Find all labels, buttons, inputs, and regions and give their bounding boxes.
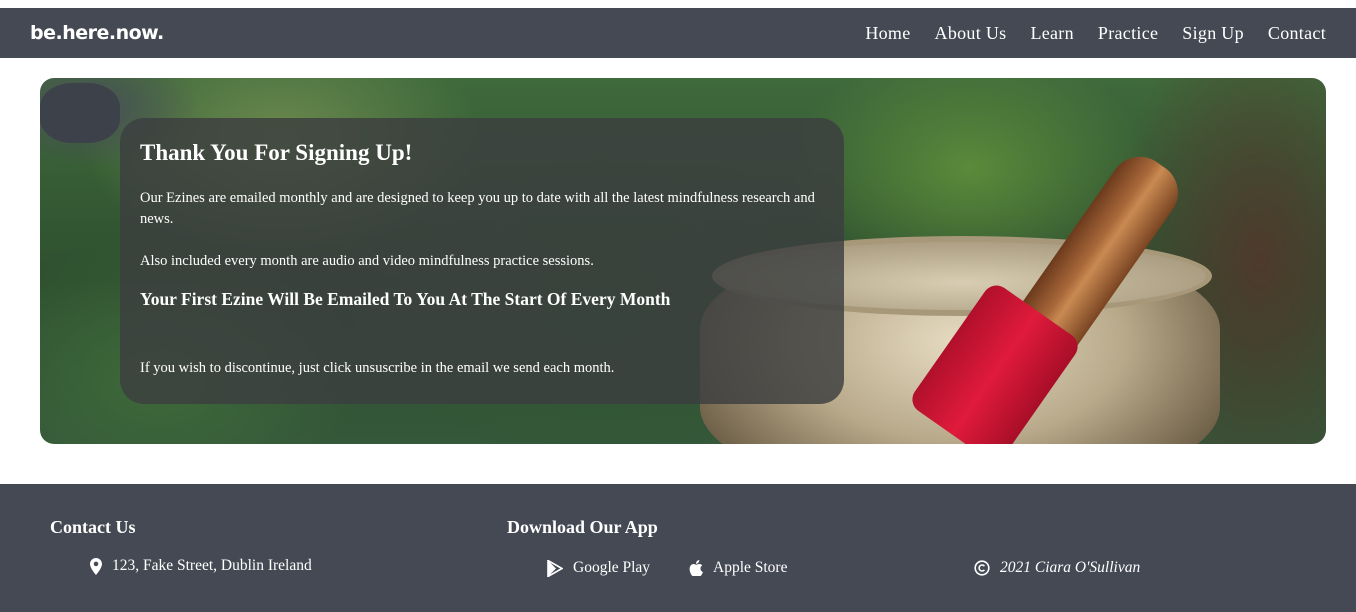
nav-link-home[interactable]: Home — [865, 23, 910, 44]
card-paragraph-ezines: Our Ezines are emailed monthly and are d… — [140, 190, 815, 227]
card-subtitle: Your First Ezine Will Be Emailed To You … — [140, 289, 671, 309]
nav-link-about-us[interactable]: About Us — [935, 23, 1007, 44]
map-marker-icon — [90, 557, 102, 575]
brand-logo[interactable]: be.here.now. — [30, 22, 164, 44]
thank-you-card: Thank You For Signing Up! Our Ezines are… — [120, 118, 844, 404]
nav-link-contact[interactable]: Contact — [1268, 23, 1326, 44]
nav-link-practice[interactable]: Practice — [1098, 23, 1158, 44]
copyright-text: 2021 Ciara O'Sullivan — [1000, 559, 1141, 576]
nav-links: Home About Us Learn Practice Sign Up Con… — [865, 23, 1326, 44]
card-paragraph-discontinue: If you wish to discontinue, just click u… — [140, 360, 615, 376]
apple-store-label: Apple Store — [713, 559, 788, 576]
address-text: 123, Fake Street, Dublin Ireland — [112, 557, 312, 574]
footer: Contact Us 123, Fake Street, Dublin Irel… — [0, 484, 1356, 612]
google-play-label: Google Play — [573, 559, 651, 576]
copyright-icon — [974, 560, 990, 576]
navbar: be.here.now. Home About Us Learn Practic… — [0, 8, 1356, 58]
nav-link-sign-up[interactable]: Sign Up — [1182, 23, 1244, 44]
google-play-link[interactable]: Google Play — [547, 559, 650, 577]
hero-rock — [40, 83, 120, 143]
apple-store-link[interactable]: Apple Store — [689, 559, 787, 577]
copyright-item: 2021 Ciara O'Sullivan — [974, 559, 1140, 577]
apple-icon — [689, 560, 703, 576]
hero-banner: Thank You For Signing Up! Our Ezines are… — [40, 78, 1326, 444]
nav-link-learn[interactable]: Learn — [1030, 23, 1073, 44]
address-item: 123, Fake Street, Dublin Ireland — [90, 557, 312, 575]
card-title: Thank You For Signing Up! — [140, 140, 413, 165]
google-play-icon — [547, 559, 563, 577]
contact-heading: Contact Us — [50, 517, 136, 537]
download-app-heading: Download Our App — [507, 517, 658, 537]
card-paragraph-sessions: Also included every month are audio and … — [140, 253, 594, 269]
